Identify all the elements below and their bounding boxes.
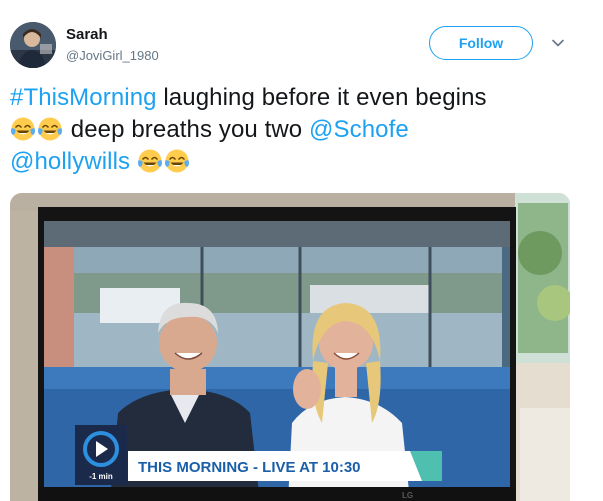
user-info[interactable]: Sarah @JoviGirl_1980 <box>66 26 159 65</box>
tears-of-joy-emoji-icon <box>137 149 162 173</box>
tweet-line-1: #ThisMorning laughing before it even beg… <box>10 82 595 114</box>
tweet-text-segment: deep breaths you two <box>64 116 310 143</box>
tweet-card: Sarah @JoviGirl_1980 Follow #ThisMorning… <box>0 0 603 501</box>
tears-of-joy-emoji-icon <box>11 117 35 141</box>
on-screen-banner: THIS MORNING - LIVE AT 10:30 <box>128 451 442 481</box>
mention-link[interactable]: @Schofe <box>309 116 409 143</box>
tweet-photo[interactable]: -1 min THIS MORNING - LIVE AT 10:30 LG <box>10 193 570 501</box>
tweet-line-2: deep breaths you two @Schofe <box>10 114 595 146</box>
banner-text: THIS MORNING - LIVE AT 10:30 <box>138 459 361 476</box>
tv-screen: -1 min THIS MORNING - LIVE AT 10:30 LG <box>38 221 516 501</box>
follow-button[interactable]: Follow <box>429 26 533 60</box>
user-handle[interactable]: @JoviGirl_1980 <box>66 47 159 65</box>
itv-logo: -1 min <box>75 425 127 485</box>
tears-of-joy-emoji-icon <box>38 117 62 141</box>
tweet-text: #ThisMorning laughing before it even beg… <box>10 82 595 178</box>
mention-link[interactable]: @hollywills <box>10 148 130 175</box>
tears-of-joy-emoji-icon <box>164 149 189 173</box>
logo-caption: -1 min <box>89 472 113 481</box>
hashtag-link[interactable]: #ThisMorning <box>10 84 157 111</box>
tweet-text-segment: laughing before it even begins <box>156 84 487 111</box>
avatar[interactable] <box>10 22 56 68</box>
tv-brand: LG <box>402 491 413 500</box>
tweet-line-3: @hollywills <box>10 146 595 178</box>
chevron-down-icon[interactable] <box>551 36 565 50</box>
display-name[interactable]: Sarah <box>66 26 159 44</box>
